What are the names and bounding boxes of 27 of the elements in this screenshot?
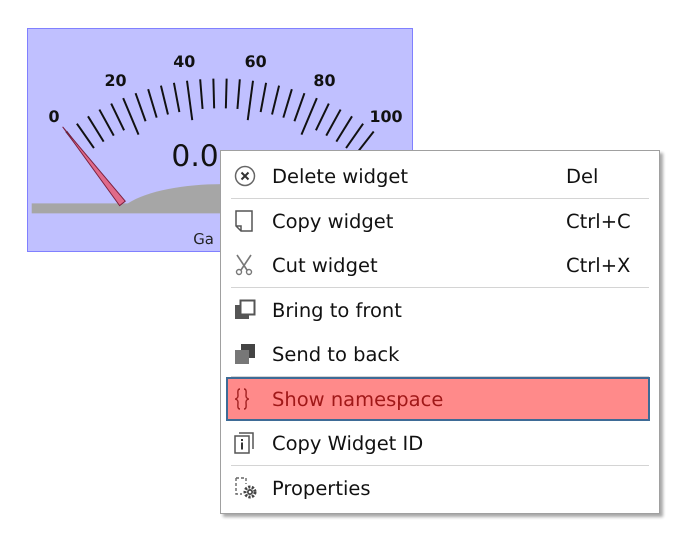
shortcut-label: Del xyxy=(566,164,600,188)
menu-item[interactable]: Delete widget Del xyxy=(226,154,650,198)
menu-item[interactable]: Properties xyxy=(226,466,650,510)
scissors-icon xyxy=(234,254,254,276)
menu-item[interactable]: Show namespace xyxy=(226,377,650,421)
menu-item[interactable]: Bring to front xyxy=(226,288,650,332)
braces-icon xyxy=(234,388,250,410)
properties-icon xyxy=(234,476,258,500)
scale-label: 60 xyxy=(244,52,267,72)
send-back-icon xyxy=(234,343,256,365)
page-icon xyxy=(234,210,254,232)
menu-item[interactable]: Copy Widget ID xyxy=(226,421,650,465)
close-icon xyxy=(234,165,256,187)
scale-label: 0 xyxy=(48,106,60,126)
menu-item[interactable]: Copy widget Ctrl+C xyxy=(226,199,650,243)
scale-label: 100 xyxy=(369,106,403,126)
bring-front-icon xyxy=(234,299,256,321)
shortcut-label: Ctrl+C xyxy=(566,210,632,232)
scale-label: 20 xyxy=(104,70,127,90)
gauge-value: 0.0 xyxy=(171,138,219,174)
scale-label: 40 xyxy=(173,52,196,72)
menu-item[interactable]: Send to back xyxy=(226,332,650,376)
scale-label: 80 xyxy=(313,70,336,90)
gauge-label: Ga xyxy=(193,230,214,248)
menu-item[interactable]: Cut widget Ctrl+X xyxy=(226,243,650,287)
shortcut-label: Ctrl+X xyxy=(566,254,632,276)
info-icon xyxy=(234,432,254,454)
